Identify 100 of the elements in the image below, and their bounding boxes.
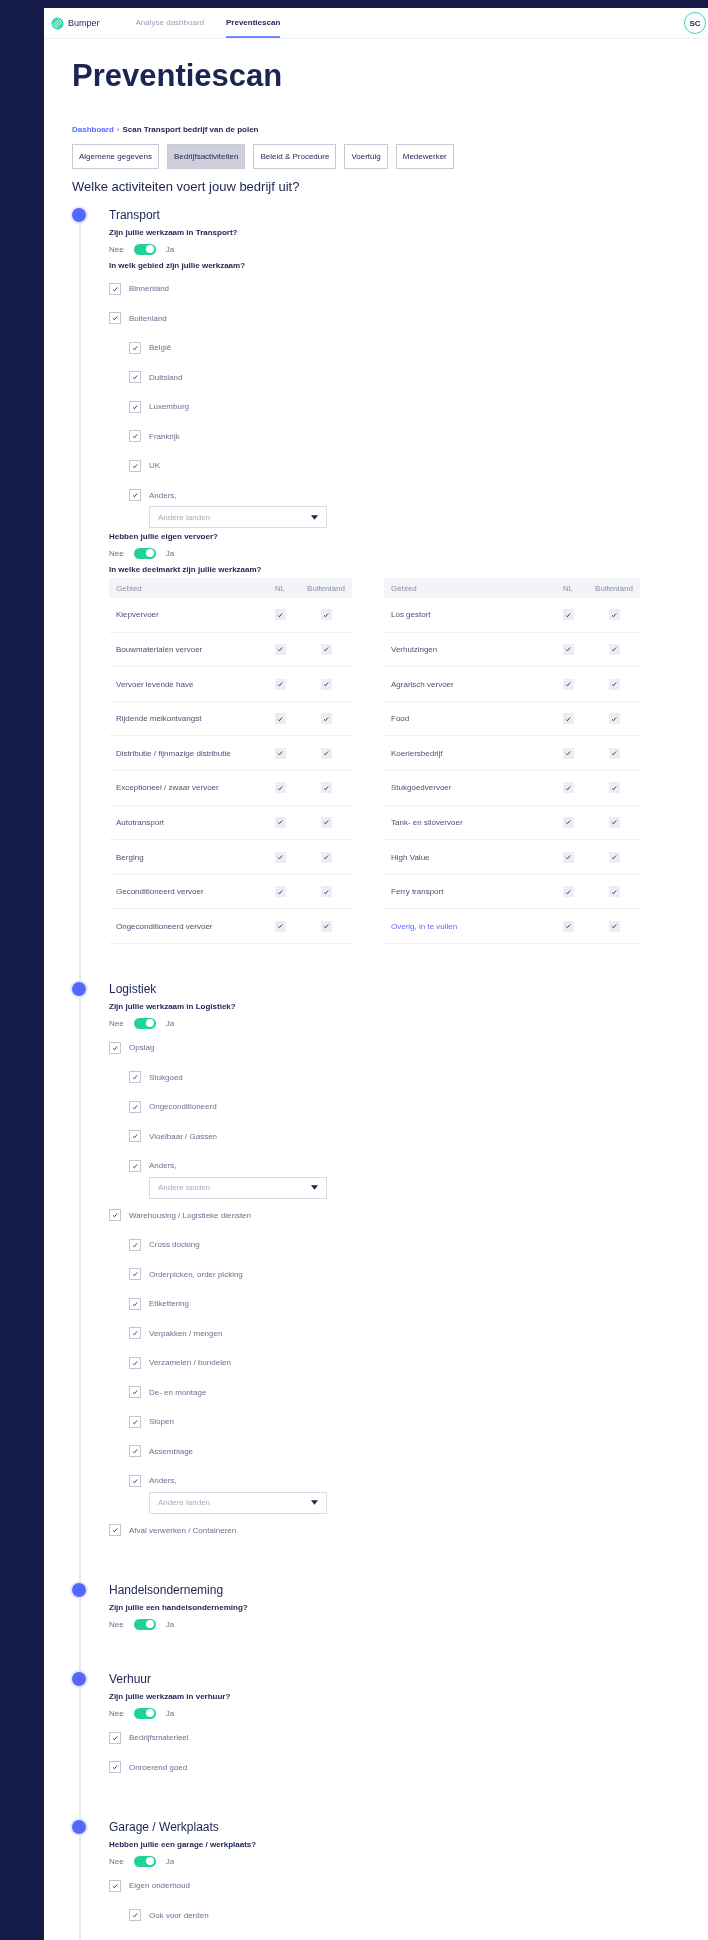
checkbox[interactable] — [320, 644, 332, 655]
check-icon — [610, 853, 618, 862]
checkbox[interactable] — [274, 782, 286, 794]
checkbox[interactable] — [562, 644, 574, 655]
checkbox[interactable] — [608, 782, 620, 794]
checkbox[interactable] — [109, 1731, 121, 1744]
checkbox[interactable] — [129, 1415, 141, 1428]
tab[interactable]: Medewerker — [395, 144, 454, 170]
checkbox[interactable] — [129, 1268, 141, 1281]
toggle-switch[interactable] — [133, 1855, 156, 1867]
toggle-switch[interactable] — [133, 547, 156, 559]
toggle-label: Nee — [109, 1856, 124, 1866]
checkbox[interactable] — [109, 312, 121, 325]
checkbox[interactable] — [320, 713, 332, 725]
checkbox[interactable] — [608, 747, 620, 759]
tab[interactable]: Beleid & Procedure — [253, 144, 337, 170]
checkbox-label: Anders, — [149, 1476, 177, 1486]
table-link[interactable]: Overig, in te vullen — [384, 921, 548, 931]
checkbox[interactable] — [129, 1474, 141, 1487]
toggle-switch[interactable] — [133, 1707, 156, 1719]
checkbox[interactable] — [109, 282, 121, 295]
checkbox[interactable] — [562, 816, 574, 828]
section-title: Logistiek — [109, 981, 158, 999]
checkbox[interactable] — [320, 747, 332, 759]
toggle-switch[interactable] — [133, 1618, 156, 1630]
checkbox[interactable] — [274, 851, 286, 863]
checkbox[interactable] — [274, 713, 286, 725]
checkbox[interactable] — [129, 1238, 141, 1251]
checkbox[interactable] — [562, 609, 574, 621]
checkbox[interactable] — [129, 489, 141, 502]
checkbox[interactable] — [562, 747, 574, 759]
checkbox[interactable] — [274, 609, 286, 621]
checkbox[interactable] — [274, 886, 286, 898]
section-title: Verhuur — [109, 1671, 153, 1689]
checkbox[interactable] — [129, 1356, 141, 1369]
check-icon — [564, 853, 572, 862]
checkbox[interactable] — [562, 851, 574, 863]
toggle-switch[interactable] — [133, 1017, 156, 1029]
checkbox[interactable] — [129, 459, 141, 472]
checkbox[interactable] — [320, 851, 332, 863]
checkbox[interactable] — [109, 1761, 121, 1774]
checkbox[interactable] — [129, 1159, 141, 1172]
checkbox[interactable] — [129, 400, 141, 413]
column-header: NL — [561, 583, 575, 593]
toggle-switch[interactable] — [133, 243, 156, 255]
checkbox[interactable] — [608, 816, 620, 828]
checkbox[interactable] — [320, 816, 332, 828]
checkbox[interactable] — [274, 678, 286, 690]
checkbox[interactable] — [129, 1297, 141, 1310]
checkbox[interactable] — [129, 371, 141, 384]
checkbox[interactable] — [608, 713, 620, 725]
checkbox[interactable] — [320, 886, 332, 898]
check-icon — [610, 922, 618, 931]
tab[interactable]: Voertuig — [344, 144, 388, 170]
tab[interactable]: Algemene gegevens — [72, 144, 159, 170]
tab[interactable]: Bedrijfsactiviteiten — [166, 144, 246, 170]
checkbox[interactable] — [562, 886, 574, 898]
checkbox[interactable] — [129, 1100, 141, 1113]
checkbox[interactable] — [562, 713, 574, 725]
checkbox[interactable] — [608, 678, 620, 690]
checkbox[interactable] — [608, 851, 620, 863]
section-title: Handelsonderneming — [109, 1582, 225, 1600]
question-label: Hebben jullie een garage / werkplaats? — [109, 1840, 258, 1851]
checkbox[interactable] — [129, 430, 141, 443]
checkbox[interactable] — [129, 1909, 141, 1922]
checkbox[interactable] — [562, 782, 574, 794]
table-cell-text: Koeriersbedrijf — [390, 748, 444, 758]
checkbox-label: Ongeconditioneerd — [149, 1102, 217, 1112]
checkbox[interactable] — [109, 1524, 121, 1537]
checkbox[interactable] — [129, 1071, 141, 1084]
checkbox-label: Onroerend goed — [129, 1762, 188, 1772]
checkbox[interactable] — [129, 1327, 141, 1340]
checkbox[interactable] — [608, 886, 620, 898]
checkbox[interactable] — [608, 920, 620, 932]
check-icon — [610, 610, 618, 619]
check-icon — [131, 1102, 139, 1111]
checkbox[interactable] — [562, 678, 574, 690]
checkbox[interactable] — [320, 920, 332, 932]
checkbox[interactable] — [274, 644, 286, 655]
checkbox[interactable] — [320, 609, 332, 621]
checkbox[interactable] — [129, 341, 141, 354]
checkbox[interactable] — [320, 782, 332, 794]
page-title: Preventiescan — [72, 59, 284, 94]
checkbox[interactable] — [274, 816, 286, 828]
checkbox[interactable] — [320, 678, 332, 690]
checkbox[interactable] — [562, 920, 574, 932]
checkbox[interactable] — [109, 1209, 121, 1222]
checkbox[interactable] — [274, 747, 286, 759]
checkbox-label: De- en montage — [149, 1387, 207, 1397]
checkbox[interactable] — [109, 1879, 121, 1892]
checkbox[interactable] — [274, 920, 286, 932]
check-icon — [322, 853, 330, 862]
checkbox[interactable] — [129, 1386, 141, 1399]
checkbox[interactable] — [129, 1130, 141, 1143]
breadcrumb-link[interactable]: Dashboard — [72, 125, 114, 135]
checkbox[interactable] — [129, 1445, 141, 1458]
checkbox[interactable] — [608, 609, 620, 621]
checkbox[interactable] — [608, 644, 620, 655]
nav-link[interactable]: Preventiescan — [226, 8, 281, 38]
checkbox[interactable] — [109, 1041, 121, 1054]
